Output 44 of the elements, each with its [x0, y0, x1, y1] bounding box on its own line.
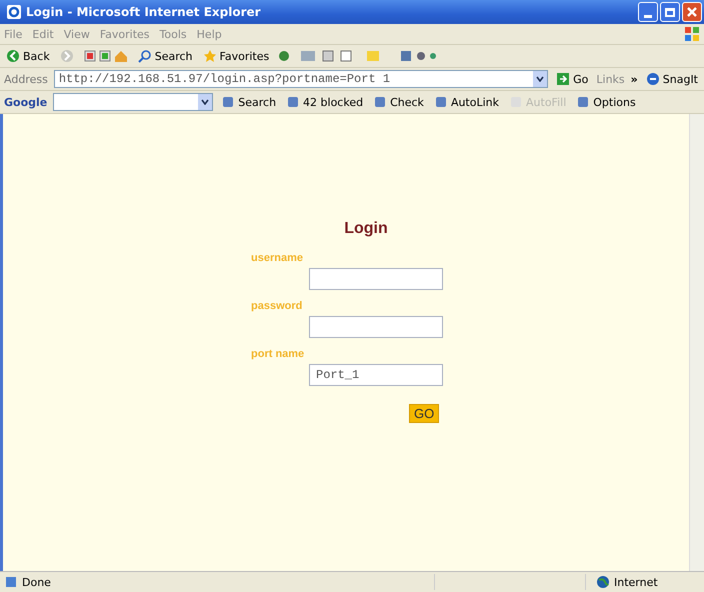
- circle-icon: [646, 72, 660, 86]
- search-button[interactable]: Search: [136, 48, 195, 64]
- favorites-button[interactable]: Favorites: [200, 48, 272, 64]
- toolbar-icon: [373, 95, 388, 109]
- toolbar-icon: [576, 95, 590, 109]
- input-field[interactable]: [309, 316, 443, 338]
- status-text: Done: [22, 576, 51, 588]
- input-field[interactable]: [309, 268, 443, 290]
- globe-icon: [596, 575, 610, 589]
- field-label: username: [251, 252, 304, 264]
- google-logo[interactable]: Google: [4, 96, 48, 108]
- field-label: password: [251, 300, 304, 312]
- windows-logo-icon: [684, 26, 700, 42]
- scrollbar[interactable]: [689, 114, 704, 571]
- back-button[interactable]: Back: [4, 48, 52, 64]
- login-heading: Login: [343, 220, 389, 238]
- google-toolbar-button[interactable]: Search: [219, 94, 278, 110]
- google-toolbar-button[interactable]: AutoLink: [432, 94, 502, 110]
- page-icon: [4, 575, 18, 589]
- more-links[interactable]: »: [630, 72, 638, 86]
- window-title: Login - Microsoft Internet Explorer: [26, 5, 262, 19]
- browser-icon: [6, 4, 22, 20]
- google-search-field[interactable]: [53, 93, 214, 111]
- field-label: port name: [251, 348, 306, 360]
- arrow-icon: [556, 72, 570, 86]
- go-button[interactable]: Go: [554, 71, 590, 87]
- snagit-button[interactable]: SnagIt: [644, 71, 700, 87]
- close-button[interactable]: [682, 2, 702, 22]
- maximize-button[interactable]: [660, 2, 680, 22]
- close-icon: [686, 6, 698, 18]
- toolbar-icon: [434, 95, 448, 109]
- google-toolbar-button[interactable]: Options: [574, 94, 638, 110]
- search-icon: [138, 49, 152, 63]
- minimize-button[interactable]: [638, 2, 658, 22]
- star-icon: [202, 49, 217, 63]
- google-toolbar-button[interactable]: Check: [371, 94, 426, 110]
- toolbar-icon: [221, 95, 236, 109]
- address-label: Address: [4, 72, 48, 86]
- toolbar-icon: [286, 95, 300, 109]
- address-field[interactable]: http://192.168.51.97/login.asp?portname=Port 1: [54, 70, 548, 88]
- zone-text: Internet: [614, 576, 658, 588]
- input-field[interactable]: Port_1: [309, 364, 443, 386]
- go-button[interactable]: GO: [409, 404, 440, 423]
- google-toolbar-button[interactable]: 42 blocked: [284, 94, 366, 110]
